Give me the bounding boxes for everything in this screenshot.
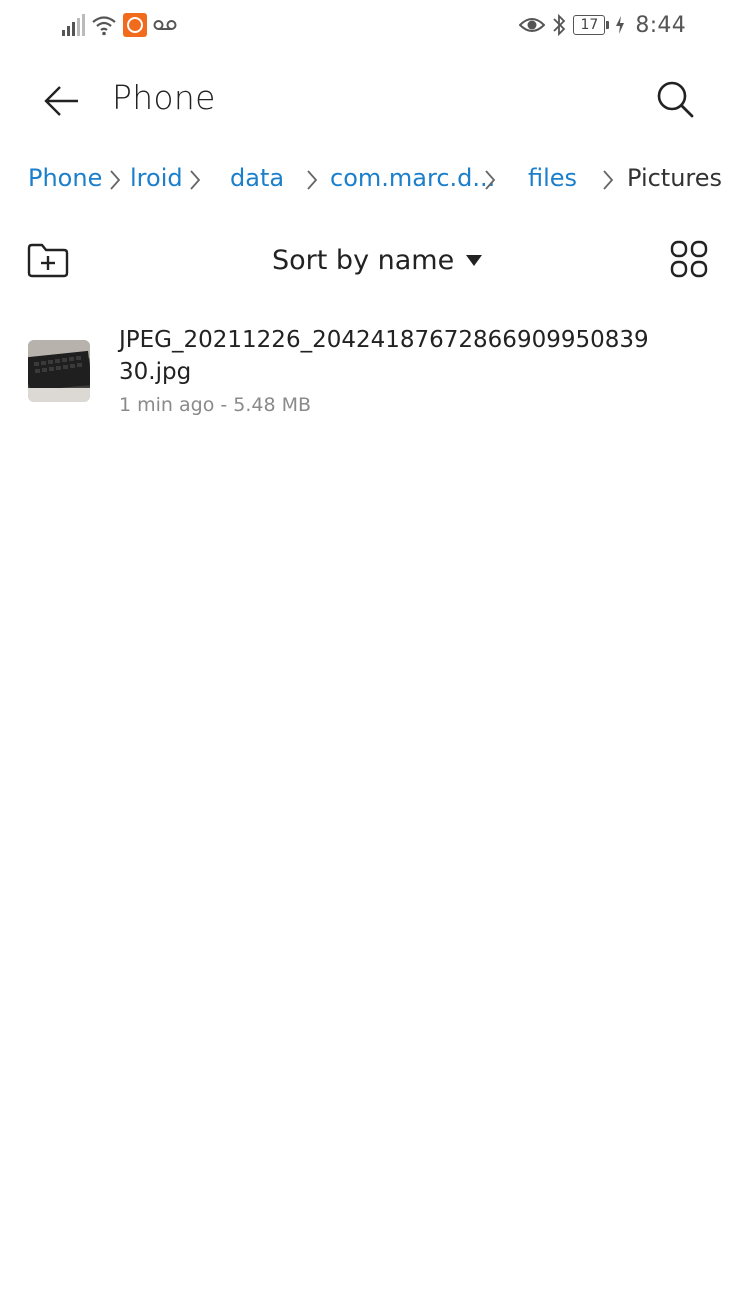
breadcrumb-item-files[interactable]: files: [528, 164, 577, 192]
breadcrumb-item-data[interactable]: data: [230, 164, 284, 192]
file-name: JPEG_20211226_2042418767286690995083930.…: [119, 327, 649, 385]
search-icon: [657, 81, 694, 118]
keyboard-photo-thumbnail: [28, 340, 90, 402]
battery-icon: 17: [573, 15, 610, 35]
app-header: Phone: [0, 60, 738, 140]
toolbar: Sort by name: [0, 228, 738, 292]
voicemail-icon: [153, 20, 177, 30]
breadcrumb-item-android[interactable]: lroid: [130, 164, 183, 192]
charging-icon: [616, 16, 625, 34]
page-title: Phone: [112, 78, 216, 117]
new-folder-icon: [27, 243, 69, 278]
breadcrumb: Phone lroid data com.marc.d... files Pic…: [0, 158, 738, 202]
back-arrow-icon: [44, 86, 78, 116]
caret-down-icon: [466, 254, 483, 266]
new-folder-button[interactable]: [26, 240, 70, 280]
status-right: 17 8:44: [519, 10, 686, 40]
status-left: [62, 12, 177, 38]
eye-icon: [519, 18, 546, 32]
breadcrumb-item-package[interactable]: com.marc.d...: [330, 164, 495, 192]
search-button[interactable]: [652, 76, 700, 124]
sort-label: Sort by name: [272, 244, 455, 276]
signal-icon: [62, 14, 85, 36]
grid-view-icon: [670, 240, 708, 278]
file-thumbnail: [28, 340, 90, 402]
grid-view-button[interactable]: [670, 240, 708, 278]
file-meta: 1 min ago - 5.48 MB: [119, 394, 312, 416]
chevron-right-icon: [307, 170, 318, 190]
wifi-icon: [92, 16, 116, 36]
bluetooth-icon: [553, 13, 566, 37]
chevron-right-icon: [485, 170, 496, 190]
file-list: JPEG_20211226_2042418767286690995083930.…: [0, 318, 738, 428]
chevron-right-icon: [603, 170, 614, 190]
breadcrumb-item-pictures[interactable]: Pictures: [627, 164, 722, 192]
sort-button[interactable]: Sort by name: [272, 240, 483, 280]
breadcrumb-item-phone[interactable]: Phone: [28, 164, 102, 192]
file-item[interactable]: JPEG_20211226_2042418767286690995083930.…: [0, 318, 738, 428]
status-bar: 17 8:44: [0, 0, 738, 50]
vpn-icon: [123, 13, 147, 37]
back-button[interactable]: [38, 78, 84, 124]
clock: 8:44: [635, 12, 686, 38]
chevron-right-icon: [190, 170, 201, 190]
chevron-right-icon: [110, 170, 121, 190]
